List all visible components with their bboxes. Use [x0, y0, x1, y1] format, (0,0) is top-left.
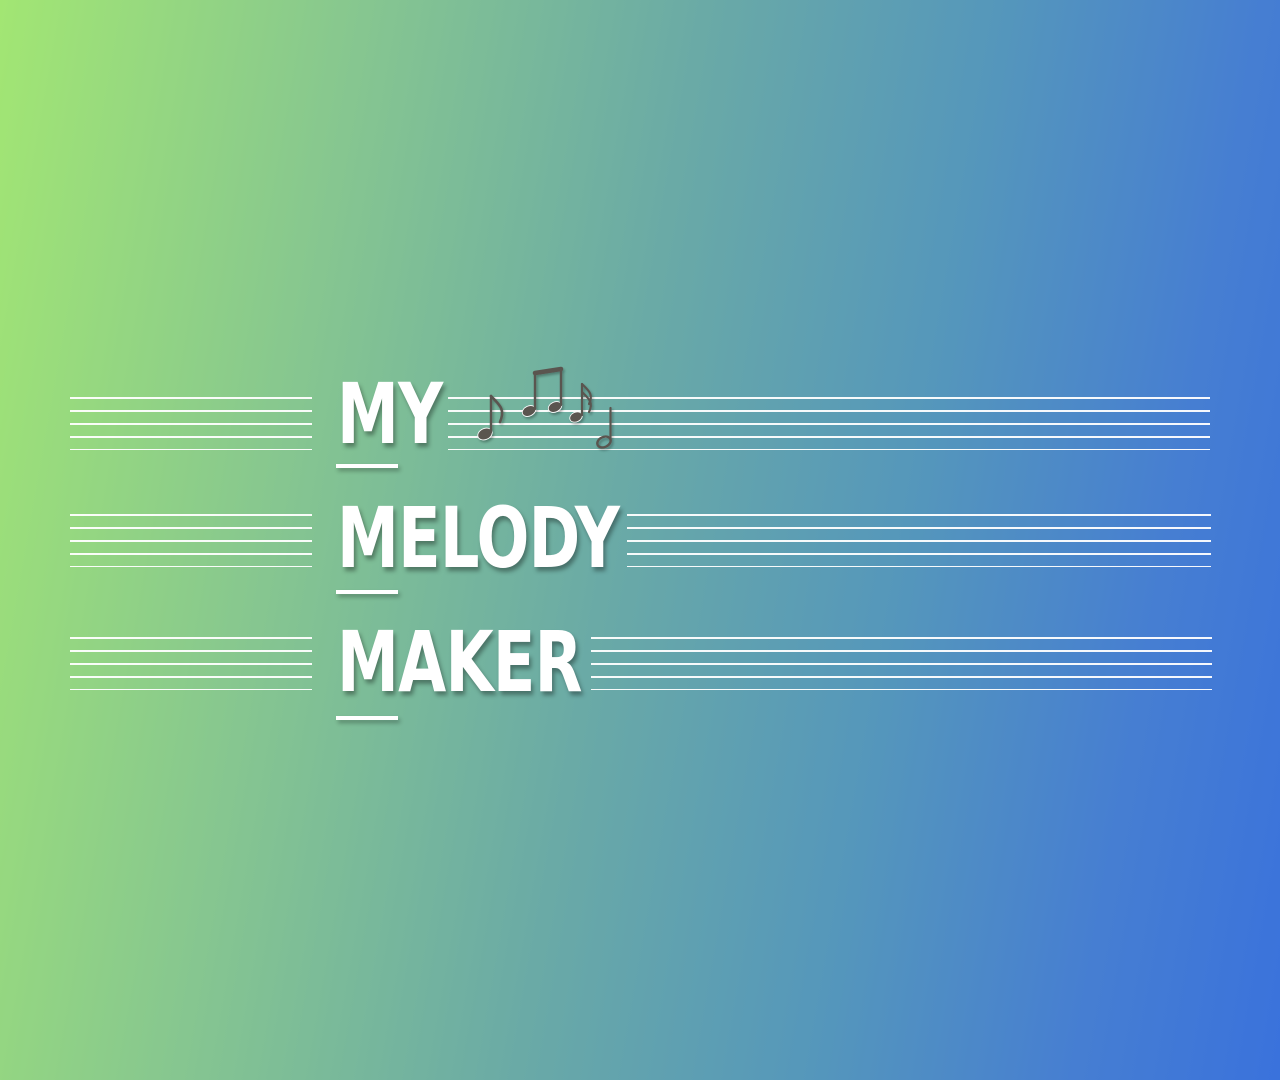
staff-lines-right-3 [591, 637, 1212, 690]
staff-lines-left-2 [70, 514, 312, 567]
staff-lines-right-2 [627, 514, 1211, 567]
title-word-maker: MAKER [337, 613, 583, 711]
staff-lines-left-3 [70, 637, 312, 690]
title-word-melody: MELODY [337, 489, 620, 587]
title-underline-1 [336, 464, 398, 468]
title-underline-2 [336, 590, 398, 594]
music-notes-icon [470, 362, 630, 457]
title-screen: { "title": { "line1": "MY", "line2": "ME… [0, 0, 1280, 1080]
title-underline-3 [336, 716, 398, 720]
title-word-my: MY [337, 365, 443, 463]
staff-lines-left-1 [70, 397, 312, 450]
